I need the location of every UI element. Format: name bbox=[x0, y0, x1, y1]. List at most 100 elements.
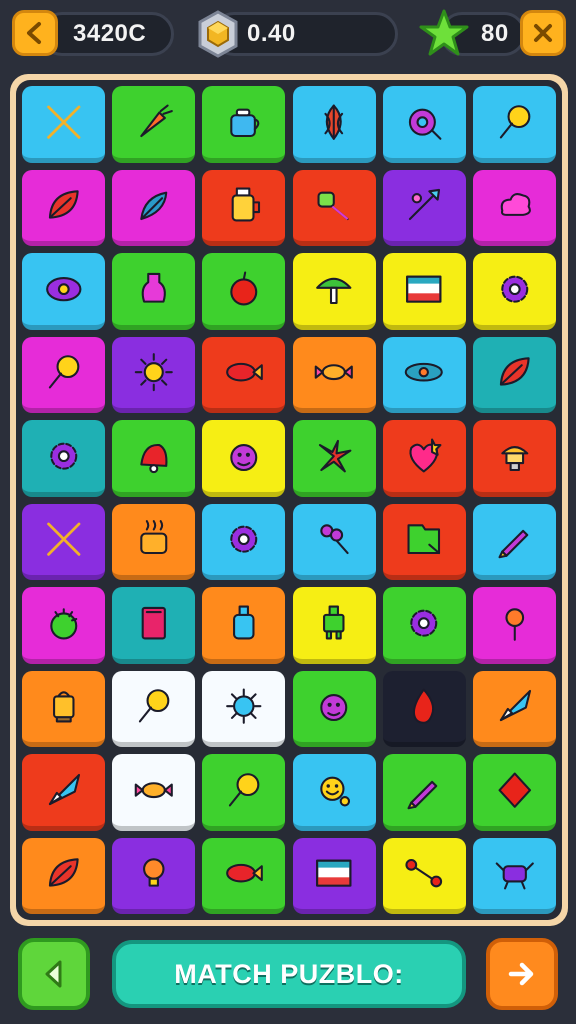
leaf-icon bbox=[499, 357, 530, 386]
crossed-swords-icon bbox=[46, 522, 81, 556]
tile[interactable] bbox=[112, 837, 196, 914]
gear-icon bbox=[410, 609, 438, 637]
tile[interactable] bbox=[382, 336, 466, 413]
tile[interactable] bbox=[292, 420, 376, 497]
tile[interactable] bbox=[202, 837, 286, 914]
bone-icon bbox=[405, 859, 443, 888]
flag-icon bbox=[406, 275, 442, 303]
tile-grid bbox=[16, 80, 562, 920]
tile[interactable] bbox=[382, 587, 466, 664]
tile[interactable] bbox=[472, 670, 556, 747]
star-value: 80 bbox=[481, 20, 509, 47]
lollipop-icon bbox=[499, 104, 530, 139]
fish-icon bbox=[226, 863, 263, 883]
tile[interactable] bbox=[22, 86, 106, 163]
tile[interactable] bbox=[112, 670, 196, 747]
diamond-icon bbox=[498, 772, 531, 808]
tile[interactable] bbox=[22, 336, 106, 413]
pencil-icon bbox=[498, 529, 528, 559]
lollipop-icon bbox=[229, 772, 260, 807]
tile[interactable] bbox=[202, 587, 286, 664]
tile[interactable] bbox=[292, 503, 376, 580]
tile[interactable] bbox=[22, 587, 106, 664]
tile[interactable] bbox=[112, 336, 196, 413]
tile[interactable] bbox=[202, 86, 286, 163]
tile[interactable] bbox=[292, 86, 376, 163]
tile[interactable] bbox=[112, 420, 196, 497]
previous-button[interactable] bbox=[18, 938, 90, 1010]
tile[interactable] bbox=[382, 754, 466, 831]
tile[interactable] bbox=[22, 420, 106, 497]
tile[interactable] bbox=[202, 336, 286, 413]
rocket-icon bbox=[499, 689, 531, 722]
candy-icon bbox=[315, 364, 354, 381]
tile[interactable] bbox=[292, 754, 376, 831]
top-hud: 3420C 0.40 80 bbox=[0, 0, 576, 72]
tile[interactable] bbox=[382, 169, 466, 246]
next-button[interactable] bbox=[486, 938, 558, 1010]
back-button[interactable] bbox=[12, 10, 58, 56]
tile[interactable] bbox=[472, 503, 556, 580]
tile[interactable] bbox=[112, 754, 196, 831]
tile[interactable] bbox=[472, 336, 556, 413]
tile[interactable] bbox=[472, 754, 556, 831]
tile[interactable] bbox=[292, 670, 376, 747]
tile[interactable] bbox=[202, 253, 286, 330]
tile[interactable] bbox=[202, 670, 286, 747]
tile[interactable] bbox=[472, 169, 556, 246]
apple-icon bbox=[230, 271, 258, 306]
bottle-icon bbox=[233, 605, 255, 640]
tile[interactable] bbox=[112, 253, 196, 330]
tile[interactable] bbox=[112, 587, 196, 664]
tile[interactable] bbox=[112, 86, 196, 163]
tile[interactable] bbox=[472, 86, 556, 163]
level-title: MATCH PUZBLO: bbox=[174, 958, 404, 989]
tile[interactable] bbox=[292, 587, 376, 664]
tile[interactable] bbox=[382, 253, 466, 330]
tile[interactable] bbox=[202, 169, 286, 246]
jar-icon bbox=[231, 187, 261, 222]
gem-icon bbox=[198, 10, 238, 58]
tile[interactable] bbox=[22, 670, 106, 747]
crossed-swords-icon bbox=[46, 105, 81, 139]
tile[interactable] bbox=[202, 754, 286, 831]
tile[interactable] bbox=[382, 670, 466, 747]
tile[interactable] bbox=[472, 837, 556, 914]
lantern-icon bbox=[52, 691, 75, 723]
score-value: 3420C bbox=[73, 20, 147, 47]
tile[interactable] bbox=[202, 503, 286, 580]
tile[interactable] bbox=[472, 420, 556, 497]
tile[interactable] bbox=[382, 837, 466, 914]
carrot-icon bbox=[140, 104, 173, 137]
gear-icon bbox=[500, 275, 528, 303]
tile[interactable] bbox=[292, 837, 376, 914]
tile[interactable] bbox=[112, 503, 196, 580]
close-button[interactable] bbox=[520, 10, 566, 56]
arrow-right-icon bbox=[508, 962, 534, 986]
donut-icon bbox=[409, 108, 442, 140]
flag-icon bbox=[316, 859, 352, 887]
tile[interactable] bbox=[22, 837, 106, 914]
robot-icon bbox=[323, 605, 345, 640]
tile[interactable] bbox=[112, 169, 196, 246]
ball-icon bbox=[50, 607, 78, 640]
candy-icon bbox=[134, 781, 173, 798]
potion-icon bbox=[141, 272, 166, 303]
tile[interactable] bbox=[382, 503, 466, 580]
tile[interactable] bbox=[472, 253, 556, 330]
tile[interactable] bbox=[22, 503, 106, 580]
tile[interactable] bbox=[292, 336, 376, 413]
lamp-icon bbox=[500, 445, 528, 471]
tile[interactable] bbox=[22, 253, 106, 330]
gear-icon bbox=[230, 525, 258, 553]
tile[interactable] bbox=[292, 169, 376, 246]
tile[interactable] bbox=[292, 253, 376, 330]
tile[interactable] bbox=[22, 754, 106, 831]
tile[interactable] bbox=[22, 169, 106, 246]
tile[interactable] bbox=[472, 587, 556, 664]
fish-icon bbox=[226, 362, 263, 382]
shell-icon bbox=[324, 104, 344, 140]
tile[interactable] bbox=[202, 420, 286, 497]
tile[interactable] bbox=[382, 86, 466, 163]
tile[interactable] bbox=[382, 420, 466, 497]
